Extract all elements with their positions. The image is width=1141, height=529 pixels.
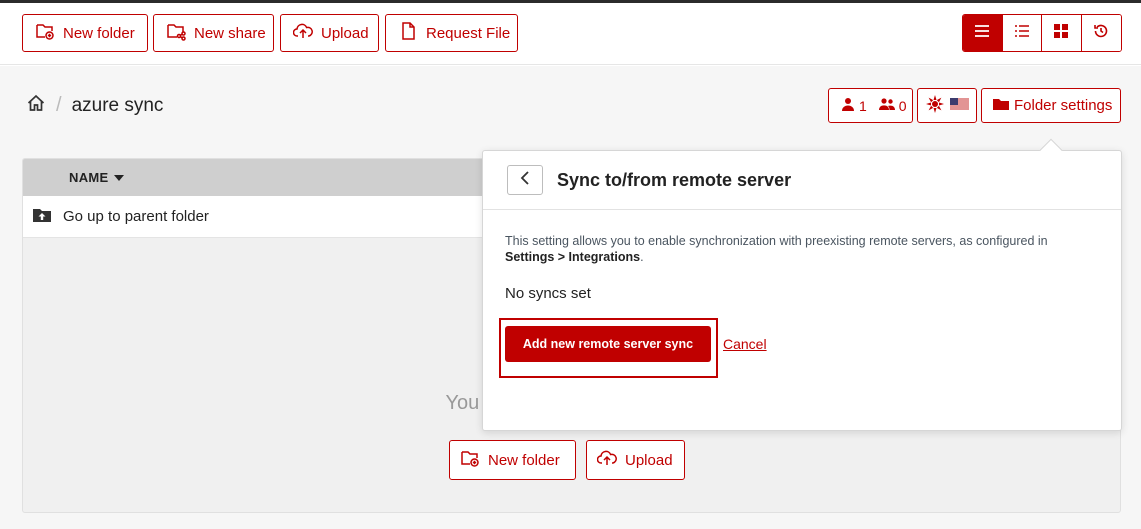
request-file-label: Request File: [426, 24, 511, 42]
breadcrumb-separator: /: [56, 94, 62, 116]
upload-button[interactable]: Upload: [280, 14, 379, 52]
breadcrumb-current: azure sync: [71, 94, 164, 116]
user-icon: [841, 97, 855, 114]
history-icon: [1092, 22, 1110, 45]
folder-settings-button[interactable]: Folder settings: [981, 88, 1121, 123]
language-button[interactable]: [917, 88, 977, 123]
new-folder-label: New folder: [63, 24, 135, 42]
view-mode-group: [962, 14, 1122, 52]
empty-upload-label: Upload: [625, 451, 673, 469]
grid-view-icon: [1052, 22, 1070, 45]
breadcrumb: / azure sync: [26, 93, 163, 118]
upload-label: Upload: [321, 24, 369, 42]
sync-brand-icon: [925, 95, 944, 116]
list-view-button[interactable]: [963, 15, 1003, 51]
users-count: 1: [859, 97, 867, 114]
empty-new-folder-label: New folder: [488, 451, 560, 469]
sort-desc-icon[interactable]: [114, 170, 125, 185]
parent-folder-label: Go up to parent folder: [63, 208, 209, 225]
new-folder-button[interactable]: New folder: [22, 14, 148, 52]
description-text: This setting allows you to enable synchr…: [505, 234, 1048, 248]
upload-icon: [596, 448, 617, 472]
description-end: .: [640, 250, 644, 264]
us-flag-icon: [949, 97, 969, 114]
new-folder-icon: [35, 21, 55, 45]
file-icon: [398, 21, 418, 45]
groups-count: 0: [898, 97, 907, 114]
history-button[interactable]: [1081, 15, 1121, 51]
empty-new-folder-button[interactable]: New folder: [449, 440, 576, 480]
list-view-icon: [973, 22, 991, 45]
upload-icon: [292, 21, 313, 45]
toolbar: New folder New share Upload Request File: [0, 3, 1141, 65]
folder-settings-label: Folder settings: [1014, 97, 1113, 114]
empty-upload-button[interactable]: Upload: [586, 440, 685, 480]
folder-up-icon: [33, 207, 51, 227]
popover-description: This setting allows you to enable synchr…: [505, 233, 1065, 265]
details-view-button[interactable]: [1002, 15, 1042, 51]
back-button[interactable]: [507, 165, 543, 195]
popover-header: Sync to/from remote server: [483, 151, 1121, 210]
integrations-link-text: Settings > Integrations: [505, 250, 641, 264]
home-icon[interactable]: [26, 93, 46, 118]
members-button[interactable]: 1 0: [828, 88, 913, 123]
grid-view-button[interactable]: [1042, 15, 1082, 51]
new-folder-icon: [460, 448, 480, 472]
folder-icon: [993, 97, 1009, 114]
new-share-label: New share: [194, 24, 266, 42]
new-share-icon: [166, 21, 186, 45]
name-column-header[interactable]: NAME: [69, 170, 108, 185]
cancel-link[interactable]: Cancel: [723, 336, 767, 352]
sync-settings-popover: Sync to/from remote server This setting …: [482, 138, 1122, 431]
new-share-button[interactable]: New share: [153, 14, 274, 52]
group-icon: [878, 97, 895, 114]
details-view-icon: [1013, 22, 1031, 45]
add-remote-sync-button[interactable]: Add new remote server sync: [505, 326, 711, 362]
request-file-button[interactable]: Request File: [385, 14, 518, 52]
chevron-left-icon: [520, 170, 530, 190]
popover-title: Sync to/from remote server: [557, 169, 792, 190]
no-syncs-text: No syncs set: [505, 285, 591, 302]
